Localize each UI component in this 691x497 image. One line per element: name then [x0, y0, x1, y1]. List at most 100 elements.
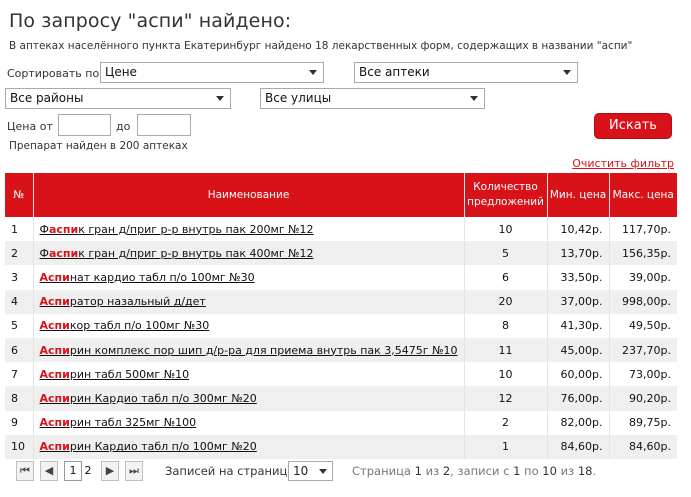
street-select[interactable]: Все улицы: [260, 88, 485, 109]
row-max-price: 84,60р.: [609, 434, 677, 459]
row-offers: 1: [464, 434, 548, 459]
drug-name-prefix: Ф: [39, 246, 49, 260]
col-header-max-price[interactable]: Макс. цена: [609, 173, 677, 217]
col-header-name[interactable]: Наименование: [33, 173, 465, 217]
drug-name-rest: к гран д/приг р-р внутрь пак 200мг №12: [78, 222, 314, 236]
row-number: 5: [5, 313, 34, 338]
drug-name-match: Аспи: [39, 343, 70, 357]
drug-name-link[interactable]: Аспирин табл 325мг №100: [40, 416, 197, 429]
row-number: 7: [5, 362, 34, 387]
per-page-label: Записей на странице:: [165, 464, 299, 478]
drug-name-match: Аспи: [39, 416, 70, 430]
row-offers: 10: [464, 217, 548, 242]
row-number: 10: [5, 434, 34, 459]
drug-name-match: Аспи: [39, 391, 70, 405]
row-name: Аспирин табл 325мг №100: [33, 410, 465, 435]
row-max-price: 90,20р.: [609, 386, 677, 411]
row-number: 8: [5, 386, 34, 411]
search-button[interactable]: Искать: [594, 113, 672, 139]
row-min-price: 82,00р.: [547, 410, 610, 435]
row-number: 1: [5, 217, 34, 242]
col-header-min-price[interactable]: Мин. цена: [547, 173, 610, 217]
price-from-label: Цена от: [7, 120, 53, 133]
row-max-price: 49,50р.: [629, 319, 671, 333]
row-max-price: 237,70р.: [609, 337, 677, 363]
row-offers: 11: [464, 337, 548, 363]
table-row: 3 Аспинат кардио табл п/о 100мг №30 6 33,50…: [5, 265, 677, 290]
page-info-text: по: [520, 464, 543, 478]
price-from-input[interactable]: [58, 114, 111, 136]
row-name: Аспирин табл 500мг №10: [33, 362, 465, 387]
drug-name-link[interactable]: Аспиратор назальный д/дет: [40, 295, 206, 308]
sort-label: Сортировать по: [7, 67, 100, 80]
row-max-price: 89,75р.: [629, 416, 671, 430]
table-header-row: № Наименование Количество предложений Ми…: [5, 173, 677, 217]
last-page-button[interactable]: ⏭: [125, 461, 143, 481]
chevron-down-icon: [563, 70, 571, 75]
row-number: 6: [5, 337, 34, 363]
drug-name-link[interactable]: Фаспик гран д/приг р-р внутрь пак 400мг …: [40, 247, 314, 260]
row-name: Аспикор табл п/о 100мг №30: [33, 313, 465, 338]
drug-name-rest: рин табл 325мг №100: [69, 416, 197, 430]
per-page-value: 10: [293, 464, 309, 478]
page-info-text: .: [592, 464, 597, 478]
row-min-price: 60,00р.: [547, 362, 610, 387]
prev-page-button[interactable]: ◀: [40, 461, 58, 481]
row-name: Аспирин комплекс пор шип д/р-ра для прие…: [33, 337, 465, 363]
row-min-price: 33,50р.: [547, 265, 610, 290]
sort-select[interactable]: Цене: [100, 62, 324, 83]
first-page-button[interactable]: ⏮: [16, 461, 34, 481]
search-summary: В аптеках населённого пункта Екатеринбур…: [9, 40, 633, 52]
page-info-total: 18: [577, 464, 593, 478]
price-to-label: до: [116, 120, 131, 133]
row-offers: 10: [464, 362, 548, 387]
row-number: 2: [5, 241, 34, 266]
drug-name-link[interactable]: Аспинат кардио табл п/о 100мг №30: [40, 271, 255, 284]
row-name: Фаспик гран д/приг р-р внутрь пак 200мг …: [33, 217, 465, 242]
col-header-num[interactable]: №: [5, 173, 34, 217]
drug-name-link[interactable]: Аспирин комплекс пор шип д/р-ра для прие…: [40, 344, 458, 357]
drug-name-rest: нат кардио табл п/о 100мг №30: [69, 270, 255, 284]
drug-name-rest: к гран д/приг р-р внутрь пак 400мг №12: [78, 246, 314, 260]
next-page-button[interactable]: ▶: [101, 461, 119, 481]
row-name: Аспиратор назальный д/дет: [33, 289, 465, 314]
row-name: Аспинат кардио табл п/о 100мг №30: [33, 265, 465, 290]
chevron-down-icon: [309, 70, 317, 75]
row-max-price: 39,00р.: [629, 270, 671, 284]
table-row: 4 Аспиратор назальный д/дет 20 37,00р. 998,0…: [5, 289, 677, 314]
page-2-button[interactable]: 2: [79, 461, 97, 481]
pharmacy-select-value: Все аптеки: [359, 65, 430, 79]
row-offers: 12: [464, 386, 548, 411]
col-header-offers[interactable]: Количество предложений: [464, 173, 548, 217]
drug-name-link[interactable]: Аспирин табл 500мг №10: [40, 368, 190, 381]
district-select-value: Все районы: [10, 91, 84, 105]
row-max-price: 998,00р.: [609, 289, 677, 314]
row-name: Фаспик гран д/приг р-р внутрь пак 400мг …: [33, 241, 465, 266]
drug-name-link[interactable]: Аспирин Кардио табл п/о 300мг №20: [40, 392, 257, 405]
row-offers: 2: [464, 410, 548, 435]
price-to-input[interactable]: [137, 114, 191, 136]
pharmacy-select[interactable]: Все аптеки: [354, 62, 578, 83]
drug-name-rest: рин Кардио табл п/о 100мг №20: [69, 440, 257, 454]
row-min-price: 41,30р.: [547, 313, 610, 338]
table-row: 2 Фаспик гран д/приг р-р внутрь пак 400мг…: [5, 241, 677, 266]
sort-select-value: Цене: [105, 65, 137, 79]
clear-filter-link[interactable]: Очистить фильтр: [572, 157, 674, 170]
table-row: 8 Аспирин Кардио табл п/о 300мг №20 12 76,0…: [5, 386, 677, 411]
row-max-price: 156,35р.: [609, 241, 677, 266]
drug-name-link[interactable]: Аспирин Кардио табл п/о 100мг №20: [40, 440, 257, 453]
drug-name-rest: кор табл п/о 100мг №30: [69, 319, 210, 333]
row-max-price: 117,70р.: [622, 222, 671, 236]
row-offers: 5: [464, 241, 548, 266]
street-select-value: Все улицы: [265, 91, 332, 105]
drug-name-match: Аспи: [39, 270, 70, 284]
drug-name-link[interactable]: Фаспик гран д/приг р-р внутрь пак 200мг …: [40, 223, 314, 236]
chevron-down-icon: [319, 469, 327, 474]
per-page-select[interactable]: 10: [288, 461, 333, 481]
drug-name-link[interactable]: Аспикор табл п/о 100мг №30: [40, 319, 210, 332]
district-select[interactable]: Все районы: [5, 88, 231, 109]
drug-name-prefix: Ф: [39, 222, 49, 236]
table-row: 9 Аспирин табл 325мг №100 2 82,00р. 89,75р.: [5, 410, 677, 435]
row-offers: 8: [464, 313, 548, 338]
chevron-down-icon: [216, 96, 224, 101]
